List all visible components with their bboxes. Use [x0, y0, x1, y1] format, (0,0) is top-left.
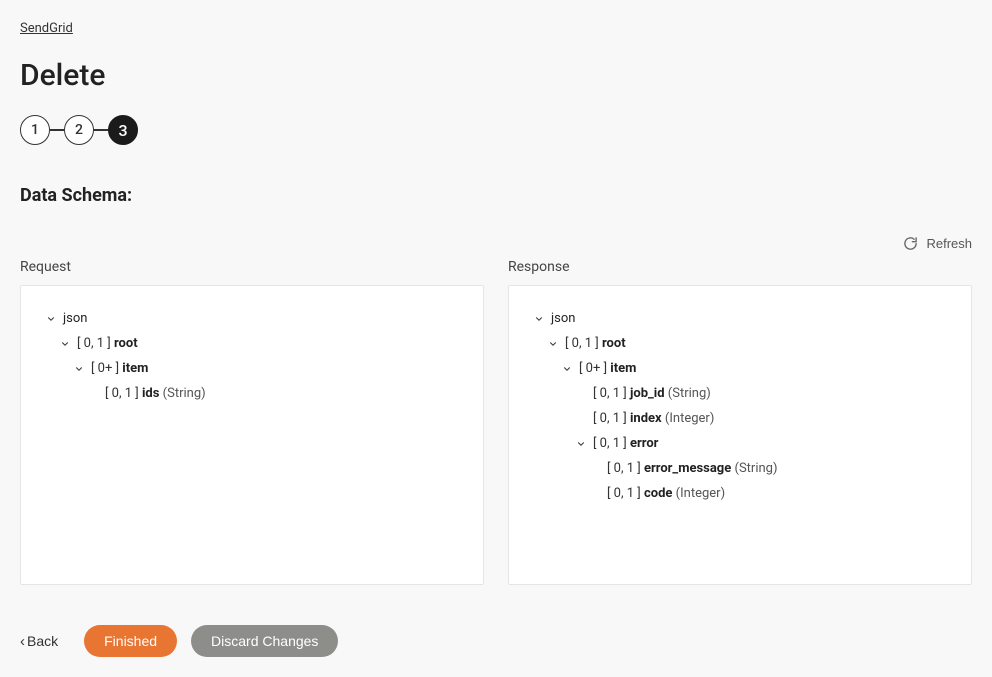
step-connector — [50, 129, 64, 131]
tree-node-label: json — [63, 311, 87, 326]
tree-row[interactable]: [ 0, 1 ] root — [533, 331, 947, 356]
request-column: Request json [ 0, 1 ] root [ 0+ ] item [ 0,… — [20, 259, 484, 585]
tree-node-label: [ 0, 1 ] error — [593, 436, 658, 451]
step-2[interactable]: 2 — [64, 115, 94, 145]
breadcrumb-link[interactable]: SendGrid — [20, 21, 73, 36]
request-title: Request — [20, 259, 484, 275]
tree-row[interactable]: [ 0, 1 ] root — [45, 331, 459, 356]
step-1[interactable]: 1 — [20, 115, 50, 145]
back-label: Back — [27, 633, 58, 649]
tree-row[interactable]: [ 0+ ] item — [45, 356, 459, 381]
chevron-down-icon[interactable] — [547, 338, 559, 350]
chevron-left-icon: ‹ — [20, 634, 25, 649]
response-column: Response json [ 0, 1 ] root [ 0+ ] item [ 0… — [508, 259, 972, 585]
footer-actions: ‹ Back Finished Discard Changes — [20, 625, 972, 657]
response-panel: json [ 0, 1 ] root [ 0+ ] item [ 0, 1 ] job… — [508, 285, 972, 585]
page-title: Delete — [20, 58, 972, 93]
stepper: 123 — [20, 115, 972, 145]
tree-row[interactable]: [ 0, 1 ] error — [533, 431, 947, 456]
tree-row[interactable]: json — [533, 306, 947, 331]
chevron-down-icon[interactable] — [533, 313, 545, 325]
tree-row[interactable]: [ 0+ ] item — [533, 356, 947, 381]
tree-node-label: [ 0+ ] item — [579, 361, 636, 376]
tree-row: [ 0, 1 ] code (Integer) — [533, 481, 947, 506]
chevron-down-icon[interactable] — [561, 363, 573, 375]
refresh-button[interactable]: Refresh — [903, 236, 972, 251]
chevron-down-icon[interactable] — [73, 363, 85, 375]
discard-button[interactable]: Discard Changes — [191, 625, 338, 657]
chevron-down-icon[interactable] — [575, 438, 587, 450]
tree-node-label: [ 0, 1 ] root — [565, 336, 626, 351]
request-panel: json [ 0, 1 ] root [ 0+ ] item [ 0, 1 ] ids… — [20, 285, 484, 585]
tree-row: [ 0, 1 ] error_message (String) — [533, 456, 947, 481]
tree-node-label: [ 0, 1 ] code (Integer) — [607, 486, 725, 501]
tree-node-label: [ 0, 1 ] job_id (String) — [593, 386, 711, 401]
tree-row[interactable]: json — [45, 306, 459, 331]
step-3[interactable]: 3 — [108, 115, 138, 145]
tree-node-label: [ 0+ ] item — [91, 361, 148, 376]
tree-node-label: [ 0, 1 ] ids (String) — [105, 386, 206, 401]
refresh-icon — [903, 236, 918, 251]
tree-node-label: [ 0, 1 ] error_message (String) — [607, 461, 778, 476]
response-title: Response — [508, 259, 972, 275]
refresh-label: Refresh — [926, 236, 972, 251]
tree-row: [ 0, 1 ] job_id (String) — [533, 381, 947, 406]
step-connector — [94, 129, 108, 131]
back-button[interactable]: ‹ Back — [20, 633, 58, 649]
tree-node-label: json — [551, 311, 575, 326]
tree-node-label: [ 0, 1 ] index (Integer) — [593, 411, 714, 426]
tree-row: [ 0, 1 ] ids (String) — [45, 381, 459, 406]
tree-node-label: [ 0, 1 ] root — [77, 336, 138, 351]
chevron-down-icon[interactable] — [59, 338, 71, 350]
finished-button[interactable]: Finished — [84, 625, 177, 657]
section-title: Data Schema: — [20, 185, 972, 206]
chevron-down-icon[interactable] — [45, 313, 57, 325]
tree-row: [ 0, 1 ] index (Integer) — [533, 406, 947, 431]
